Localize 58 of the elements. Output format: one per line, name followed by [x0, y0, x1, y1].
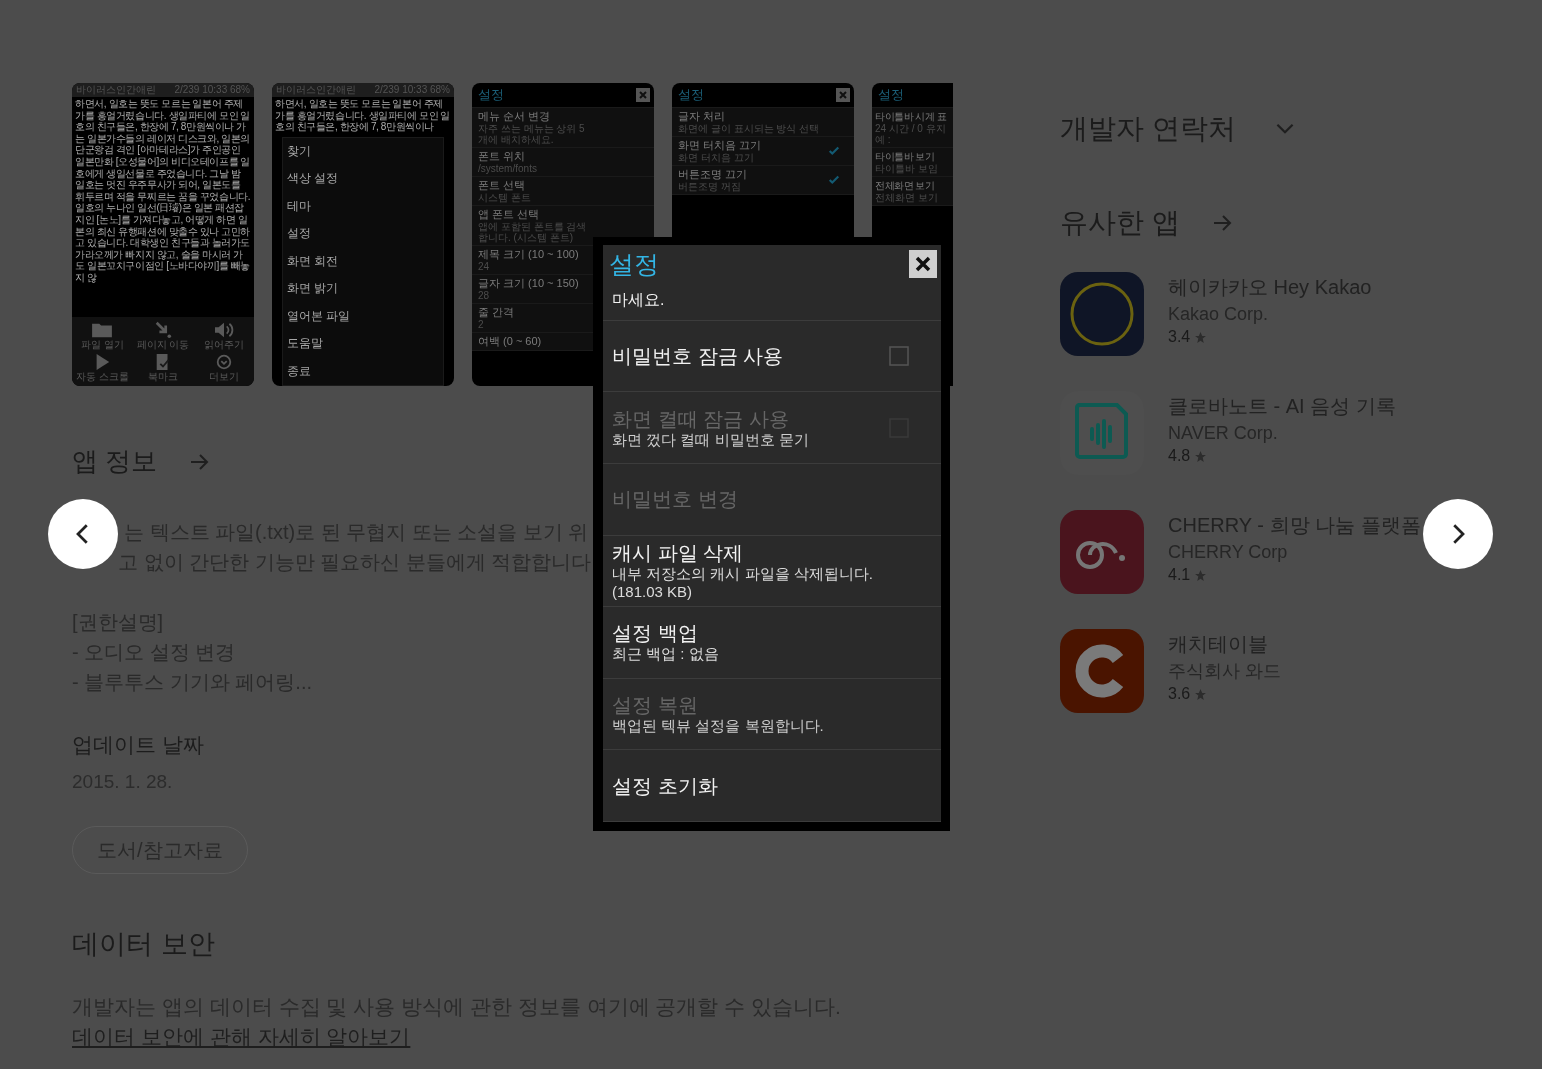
setting-title[interactable]: 설정 백업	[612, 621, 719, 646]
setting-title: 글자 처리	[678, 110, 727, 123]
menu-item[interactable]: 열어본 파일	[283, 302, 443, 331]
menu-item[interactable]: 찾기	[283, 137, 443, 166]
setting-description: 화면 껐다 켤때 비밀번호 묻기	[612, 430, 809, 449]
setting-title: 제목 크기 (10 ~ 100)	[478, 248, 579, 261]
toolbar-label: 더보기	[208, 371, 239, 383]
app-screenshot[interactable]	[72, 83, 254, 386]
setting-title: 줄 간격	[478, 306, 515, 319]
setting-title[interactable]: 캐시 파일 삭제	[612, 540, 909, 565]
setting-description: /system/fonts	[478, 163, 537, 174]
star-icon	[1194, 449, 1208, 463]
book-text: 하면서, 일호는 뜻도 모르는 일본어 주제가를 흥얼거렸습니다. 생일파티에 모인 일호의 친구들은, 한장에 7, 8만원씩이나	[275, 98, 451, 133]
toolbar-label: 페이지 이동	[136, 339, 190, 351]
setting-title: 메뉴 순서 변경	[478, 110, 552, 123]
setting-description: 24	[478, 261, 491, 272]
menu-item[interactable]: 색상 설정	[283, 165, 443, 193]
setting-title: 글자 크기 (10 ~ 150)	[478, 277, 579, 290]
setting-description: 백업된 텍뷰 설정을 복원합니다.	[612, 717, 824, 736]
setting-title: 전체화면 보기	[875, 179, 936, 192]
setting-description: 28	[478, 290, 491, 301]
setting-title: 폰트 선택	[478, 179, 527, 192]
toolbar-label: 북마크	[148, 371, 178, 383]
letter-c-icon[interactable]	[1060, 629, 1144, 713]
setting-title: 폰트 위치	[478, 150, 527, 163]
ring-icon[interactable]	[1060, 272, 1144, 356]
setting-title: 여백 (0 ~ 60)	[478, 335, 542, 348]
setting-title: 화면 터치음 끄기	[678, 139, 762, 152]
menu-item[interactable]: 종료	[283, 357, 443, 385]
checkmark-icon[interactable]	[828, 174, 840, 186]
swirl-icon[interactable]	[1060, 510, 1144, 594]
star-icon	[1194, 330, 1208, 344]
menu-item[interactable]: 테마	[283, 192, 443, 221]
setting-title: 버튼조명 끄기	[678, 168, 748, 181]
menu-item[interactable]: 화면 회전	[283, 247, 443, 276]
checkmark-icon[interactable]	[828, 145, 840, 157]
star-icon	[1194, 568, 1208, 582]
checkbox[interactable]	[889, 346, 909, 367]
menu-item[interactable]: 설정	[283, 220, 443, 248]
setting-description: 최근 백업 : 없음	[612, 645, 719, 664]
close-icon[interactable]	[909, 250, 937, 278]
setting-title: 타이틀바 시계 표	[875, 110, 948, 123]
toolbar-label: 파일 열기	[80, 339, 124, 351]
setting-title[interactable]: 설정 초기화	[612, 773, 718, 798]
star-icon	[1194, 687, 1208, 701]
folder-icon[interactable]	[91, 321, 114, 339]
speaker-icon[interactable]	[212, 321, 235, 339]
setting-title: 타이틀바 보기	[875, 150, 936, 163]
dialog-title: 설정	[678, 86, 704, 104]
book-text: 하면서, 일호는 뜻도 모르는 일본어 주제가를 흥얼거렸습니다. 생일파티에 모인 일호의 친구들은, 한장에 7, 8만원씩이나 가는 일본가수들의 레이저 디스크와, 일본의 단군왕검 격인 [아마테라스]가 주인공인 일본만화 [오성물어]의 비디오테이프를 일호에게 생일선물로 주었습니다. 그날 밤 일호는 멋진 우주무사가 되어, 일본도를 휘두르며 적을 무찌르는 꿈을 꾸었습니다. 일호의 누나인 일선(日璿)은 일본 패션잡지인 [논노]를 가져다놓고, 어떻게 하면 일본의 최신 유행패션에 맞출수 있나 고민하고 있습니다. 대학생인 친구들과 놀러가도 가라오께가 빠지지 않고, 술을 마시러 가도 일본꼬치구이점인 [노바다야끼]를 빼놓지 않	[75, 98, 251, 284]
setting-description: 내부 저장소의 캐시 파일을 삭제됩니다. (181.03 KB)	[612, 564, 874, 601]
dialog-title: 설정	[878, 86, 904, 104]
dialog-title: 설정	[478, 86, 504, 104]
setting-title: 앱 폰트 선택	[478, 208, 541, 221]
toolbar-label: 자동 스크롤	[75, 371, 129, 383]
menu-item[interactable]: 화면 밝기	[283, 275, 443, 303]
toolbar-label: 읽어주기	[203, 339, 244, 351]
menu-item[interactable]: 도움말	[283, 330, 443, 358]
